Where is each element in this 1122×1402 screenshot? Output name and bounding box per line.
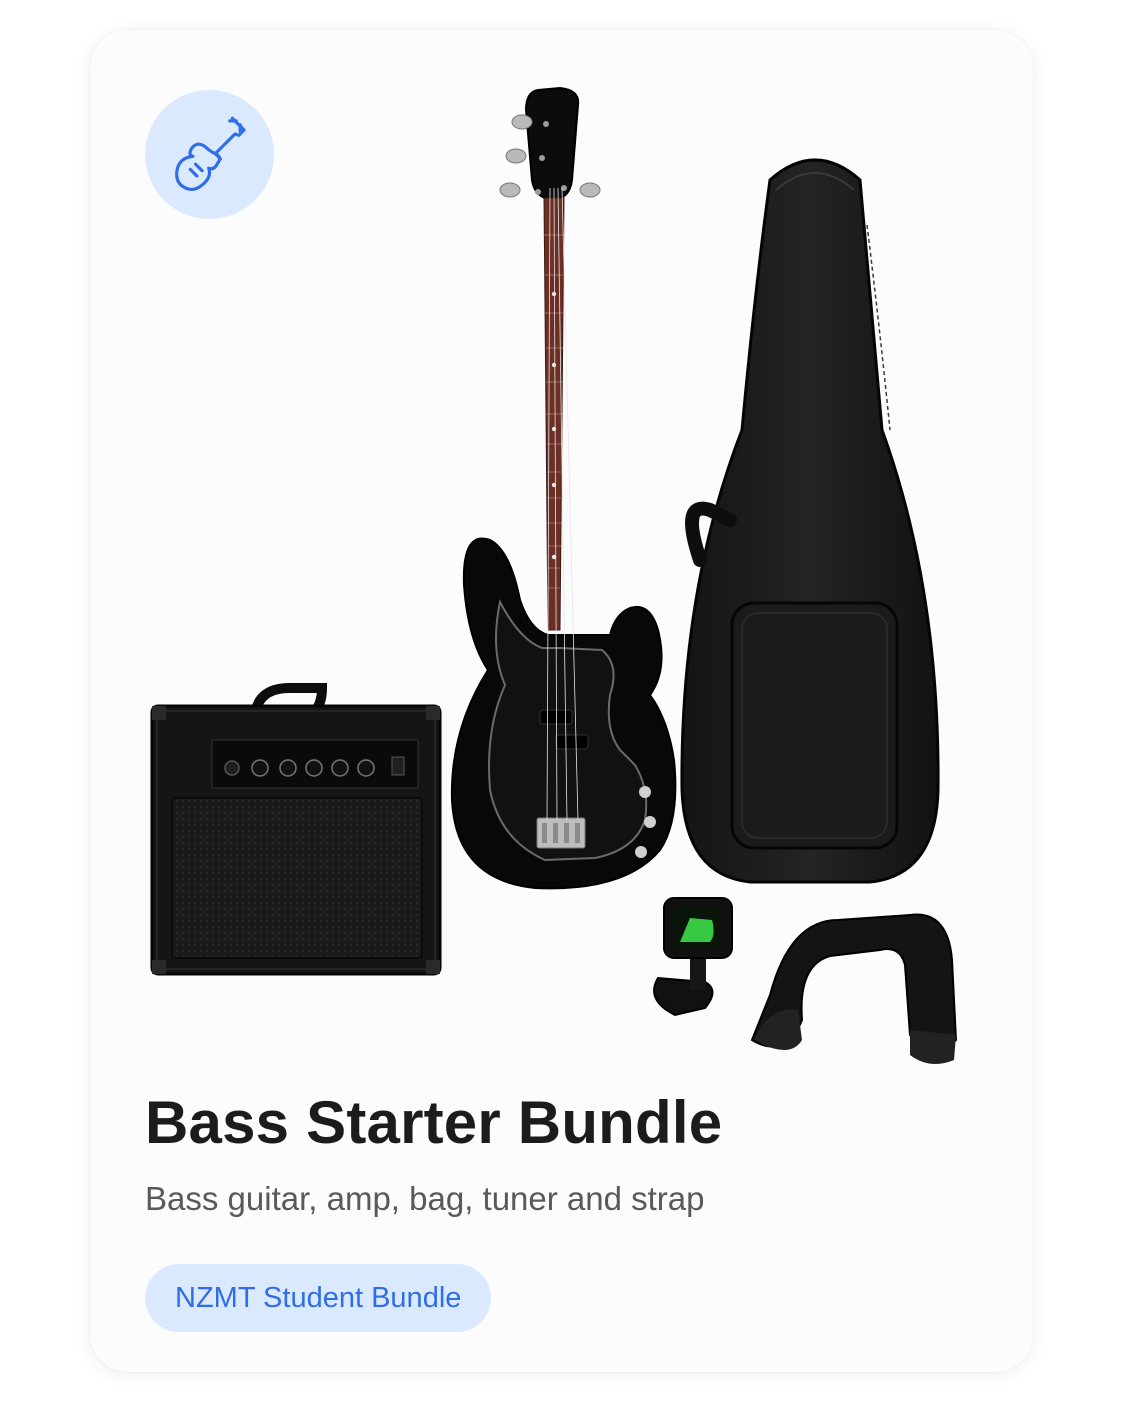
clip-tuner	[653, 897, 733, 1017]
product-title: Bass Starter Bundle	[145, 1089, 723, 1156]
bass-guitar-icon	[145, 90, 274, 219]
gig-bag	[680, 158, 940, 884]
bundle-tag[interactable]: NZMT Student Bundle	[145, 1264, 492, 1332]
amplifier	[150, 683, 442, 976]
product-card[interactable]: Bass Starter Bundle Bass guitar, amp, ba…	[90, 30, 1033, 1372]
product-subtitle: Bass guitar, amp, bag, tuner and strap	[145, 1180, 705, 1217]
strap	[750, 913, 958, 1064]
bass-guitar	[450, 86, 677, 890]
